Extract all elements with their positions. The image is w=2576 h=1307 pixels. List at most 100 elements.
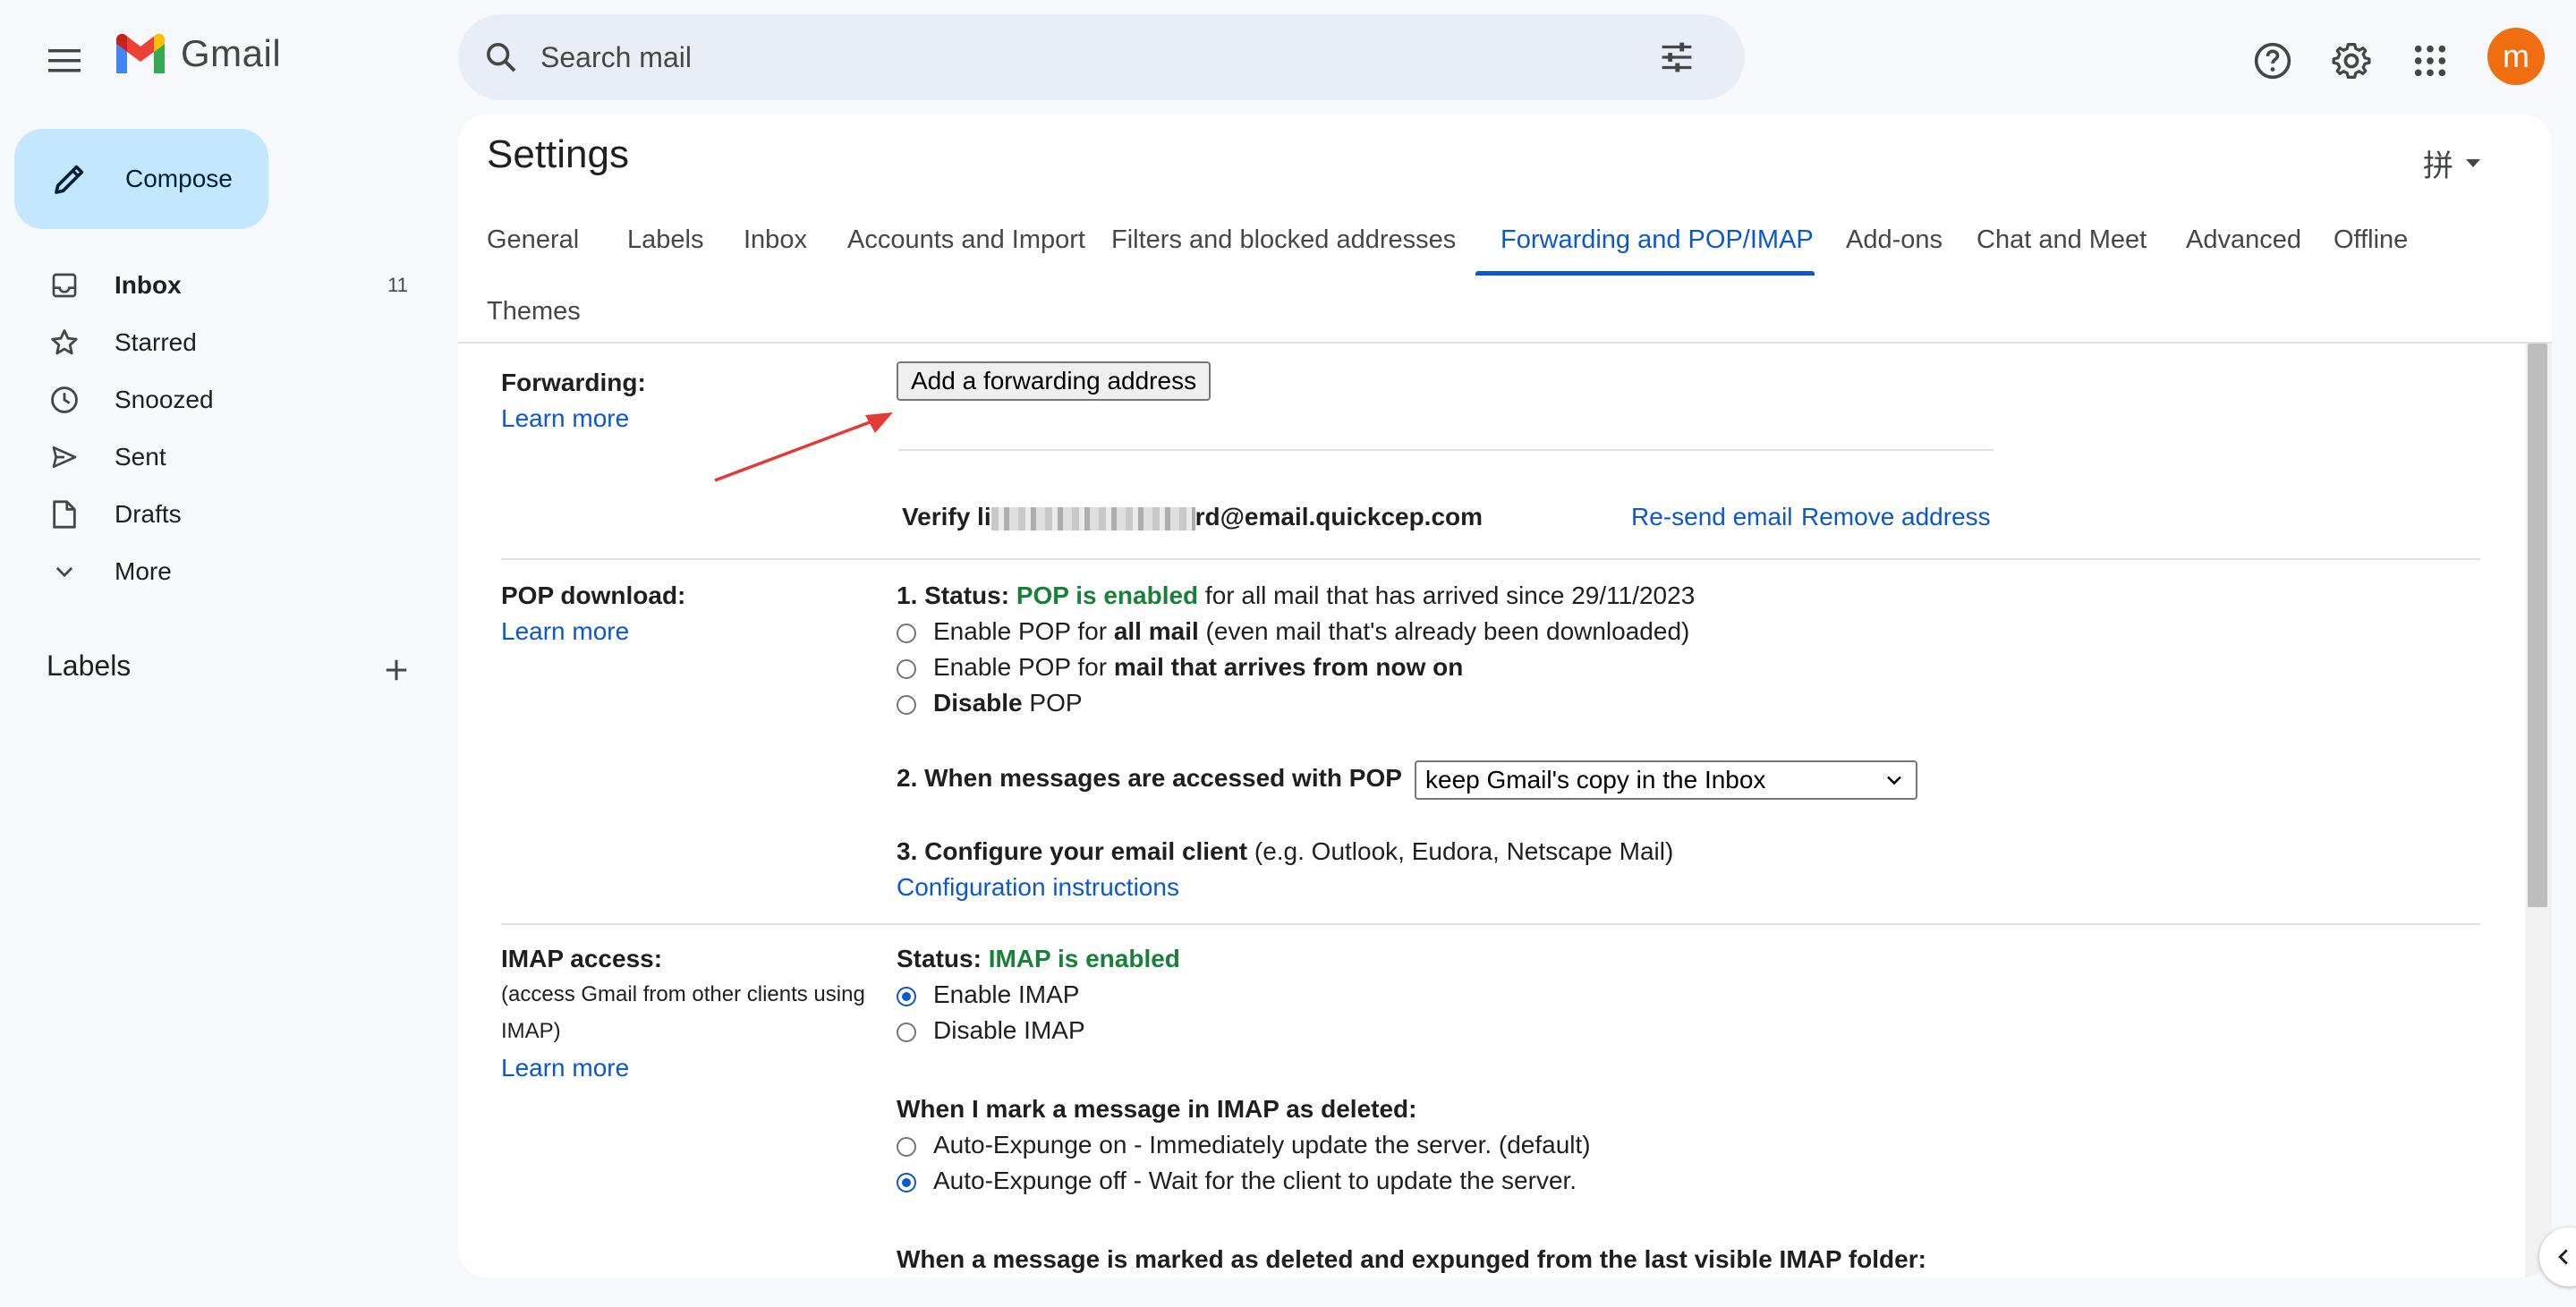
pop-all-mail-radio[interactable] [897,624,916,643]
tab-offline[interactable]: Offline [2319,204,2422,276]
pop-status-prefix: 1. Status: [897,581,1016,609]
pop-disable-radio[interactable] [897,695,916,715]
sidebar-item-inbox[interactable]: Inbox 11 [0,257,429,314]
app-name: Gmail [181,32,282,74]
send-icon [47,439,82,475]
imap-learn-more-link[interactable]: Learn more [501,1054,629,1082]
imap-expunged-heading: When a message is marked as deleted and … [897,1245,1926,1274]
sidebar-item-label: Starred [115,328,197,356]
sidebar-item-label: More [115,557,172,585]
pop-configure-line: 3. Configure your email client (e.g. Out… [897,837,1673,866]
pop-from-now-radio[interactable] [897,659,916,679]
add-forwarding-address-button[interactable]: Add a forwarding address [897,361,1211,401]
settings-panel: Settings 拼 General Labels Inbox Accounts… [458,115,2552,1277]
sidebar-item-more[interactable]: More [0,543,429,600]
labels-heading: Labels [47,649,132,682]
sidebar-item-sent[interactable]: Sent [0,429,429,486]
imap-deleted-text: When I mark a message in IMAP as deleted… [897,1095,1417,1123]
remove-address-link[interactable]: Remove address [1801,503,1991,531]
enable-imap-radio[interactable] [897,987,916,1006]
page-title: Settings [487,132,629,176]
add-label-plus-icon[interactable] [376,649,417,691]
pop-status-suffix: for all mail that has arrived since 29/1… [1198,581,1696,609]
forwarding-label: Forwarding: [501,369,646,396]
imap-status-prefix: Status: [897,945,989,972]
main-menu-button[interactable] [39,36,89,86]
search-options-icon[interactable] [1652,32,1702,82]
tab-inbox[interactable]: Inbox [729,204,821,276]
compose-button[interactable]: Compose [14,129,268,229]
verify-address-line: Verify li rd@email.quickcep.com [902,503,1483,531]
auto-expunge-off-label: Auto-Expunge off - Wait for the client t… [933,1167,1577,1194]
option-pre: Enable POP for [933,653,1114,681]
sidebar-item-label: Snoozed [115,386,214,413]
unread-count: 11 [387,274,408,296]
annotation-arrow-icon [714,412,893,482]
scrollbar-thumb[interactable] [2528,344,2547,907]
section-divider [501,558,2480,560]
hamburger-icon [48,49,81,72]
pencil-icon [48,157,91,200]
vertical-scrollbar[interactable] [2525,344,2552,1277]
imap-access-sublabel: (access Gmail from other clients using I… [501,982,865,1043]
dropdown-arrow-icon [2466,158,2480,167]
verify-prefix: Verify li [902,503,991,530]
redacted-email-blur [990,506,1195,530]
chevron-down-icon [47,554,82,590]
tab-themes[interactable]: Themes [472,276,595,347]
pop-access-select[interactable]: keep Gmail's copy in the Inbox [1415,760,1917,800]
pop-configure-hint: (e.g. Outlook, Eudora, Netscape Mail) [1247,837,1674,865]
tab-advanced[interactable]: Advanced [2172,204,2316,276]
option-bold: mail that arrives from now on [1113,653,1464,681]
tab-labels[interactable]: Labels [613,204,718,276]
input-tools-toggle[interactable]: 拼 [2423,141,2480,185]
sidebar-item-drafts[interactable]: Drafts [0,486,429,543]
forwarding-divider [898,449,1994,451]
pop-download-label: POP download: [501,581,686,609]
input-tool-label: 拼 [2423,149,2453,183]
auto-expunge-off-radio[interactable] [897,1173,916,1192]
sidebar-item-label: Sent [115,443,166,471]
tab-general[interactable]: General [472,204,593,276]
imap-deleted-heading: When I mark a message in IMAP as deleted… [897,1095,1416,1124]
enable-imap-label: Enable IMAP [933,980,1080,1008]
chevron-down-icon [1887,776,1901,785]
imap-status: Status: IMAP is enabled [897,945,1180,973]
account-avatar[interactable]: m [2487,28,2545,85]
pop-status: 1. Status: POP is enabled for all mail t… [897,581,1695,610]
auto-expunge-on-label: Auto-Expunge on - Immediately update the… [933,1131,1591,1158]
sidebar-item-label: Drafts [115,500,182,528]
gmail-logo[interactable]: Gmail [113,32,281,75]
tab-add-ons[interactable]: Add-ons [1832,204,1957,276]
pop-disable-option: Disable POP [933,689,1083,717]
pop-access-selected: keep Gmail's copy in the Inbox [1425,766,1766,794]
option-bold: Disable [933,689,1023,717]
option-pre: Enable POP for [933,617,1114,645]
imap-access-label: IMAP access: [501,945,663,972]
search-bar[interactable] [458,14,1745,100]
pop-from-now-option: Enable POP for mail that arrives from no… [933,653,1463,682]
configuration-instructions-link[interactable]: Configuration instructions [897,873,1179,902]
help-icon[interactable] [2244,32,2301,89]
pop-status-value: POP is enabled [1016,581,1199,609]
settings-gear-icon[interactable] [2323,32,2380,89]
search-input[interactable] [539,39,1652,75]
active-tab-indicator [1475,271,1815,276]
tab-accounts-and-import[interactable]: Accounts and Import [833,204,1100,276]
sidebar-item-starred[interactable]: Starred [0,314,429,371]
pop-configure-label: 3. Configure your email client [897,837,1248,865]
search-icon[interactable] [480,36,523,79]
auto-expunge-on-radio[interactable] [897,1137,916,1157]
apps-grid-icon[interactable] [2402,32,2459,89]
tab-chat-and-meet[interactable]: Chat and Meet [1962,204,2161,276]
star-icon [47,325,82,361]
forwarding-learn-more-link[interactable]: Learn more [501,404,629,433]
tab-filters-and-blocked-addresses[interactable]: Filters and blocked addresses [1097,204,1470,276]
imap-expunged-text: When a message is marked as deleted and … [897,1245,1926,1273]
pop-learn-more-link[interactable]: Learn more [501,617,629,646]
resend-email-link[interactable]: Re-send email [1631,503,1793,531]
pop-access-text: 2. When messages are accessed with POP [897,764,1402,792]
tab-forwarding-and-pop-imap[interactable]: Forwarding and POP/IMAP [1486,204,1828,276]
disable-imap-radio[interactable] [897,1023,916,1042]
sidebar-item-snoozed[interactable]: Snoozed [0,371,429,429]
